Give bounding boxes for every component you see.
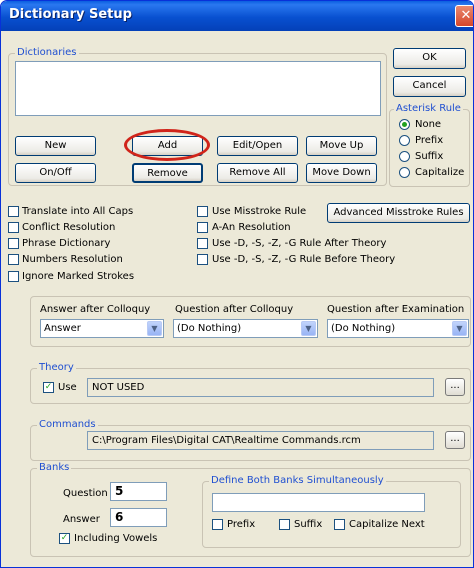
- numbers-resolution-label: Numbers Resolution: [22, 254, 123, 265]
- dszg-after-theory-label: Use -D, -S, -Z, -G Rule After Theory: [212, 238, 387, 249]
- title-bar: Dictionary Setup ✕: [1, 1, 473, 31]
- ok-button[interactable]: OK: [393, 48, 466, 69]
- chevron-down-icon[interactable]: ▼: [147, 321, 162, 336]
- cancel-button[interactable]: Cancel: [393, 76, 466, 97]
- dszg-before-theory-checkbox[interactable]: [197, 254, 208, 265]
- asterisk-prefix-label: Prefix: [415, 135, 444, 146]
- phrase-dictionary-checkbox[interactable]: [8, 238, 19, 249]
- question-after-colloquy-value: (Do Nothing): [177, 323, 242, 334]
- remove-button[interactable]: Remove: [132, 163, 203, 183]
- theory-use-label: Use: [58, 382, 77, 393]
- prefix-checkbox[interactable]: [212, 519, 223, 530]
- dictionaries-group-label: Dictionaries: [15, 47, 79, 59]
- a-an-resolution-label: A-An Resolution: [212, 222, 291, 233]
- answer-bank-input[interactable]: 6: [110, 508, 167, 527]
- question-after-colloquy-select[interactable]: (Do Nothing) ▼: [173, 319, 318, 338]
- conflict-resolution-label: Conflict Resolution: [22, 222, 116, 233]
- question-bank-label: Question: [63, 488, 108, 499]
- asterisk-none-radio[interactable]: [399, 119, 410, 130]
- dictionary-list[interactable]: [15, 61, 381, 116]
- theory-browse-button[interactable]: ...: [445, 378, 465, 396]
- dictionary-setup-window: Dictionary Setup ✕ Dictionaries New Add …: [0, 0, 474, 568]
- asterisk-capitalize-label: Capitalize: [415, 167, 465, 178]
- dszg-before-theory-label: Use -D, -S, -Z, -G Rule Before Theory: [212, 254, 396, 265]
- question-after-examination-value: (Do Nothing): [331, 323, 396, 334]
- theory-field: NOT USED: [87, 378, 434, 397]
- suffix-label: Suffix: [294, 519, 323, 530]
- dszg-after-theory-checkbox[interactable]: [197, 238, 208, 249]
- move-up-button[interactable]: Move Up: [306, 136, 377, 156]
- new-button[interactable]: New: [15, 136, 96, 156]
- remove-all-button[interactable]: Remove All: [217, 163, 298, 183]
- capitalize-next-checkbox[interactable]: [334, 519, 345, 530]
- answer-after-colloquy-value: Answer: [44, 323, 81, 334]
- misstroke-rule-checkbox[interactable]: [197, 206, 208, 217]
- answer-after-colloquy-select[interactable]: Answer ▼: [40, 319, 164, 338]
- answer-bank-label: Answer: [63, 514, 100, 525]
- commands-path-field: C:\Program Files\Digital CAT\Realtime Co…: [87, 431, 434, 450]
- highlight-circle: [124, 129, 210, 161]
- asterisk-rule-label: Asterisk Rule: [394, 103, 463, 115]
- edit-open-button[interactable]: Edit/Open: [217, 136, 298, 156]
- asterisk-capitalize-radio[interactable]: [399, 167, 410, 178]
- on-off-button[interactable]: On/Off: [15, 163, 96, 183]
- move-down-button[interactable]: Move Down: [306, 163, 377, 183]
- question-bank-input[interactable]: 5: [110, 482, 167, 501]
- asterisk-prefix-radio[interactable]: [399, 135, 410, 146]
- theory-group-label: Theory: [37, 362, 76, 374]
- commands-group-label: Commands: [37, 419, 98, 431]
- asterisk-suffix-label: Suffix: [415, 151, 444, 162]
- asterisk-none-label: None: [415, 119, 442, 130]
- including-vowels-checkbox[interactable]: ✓: [59, 533, 70, 544]
- asterisk-suffix-radio[interactable]: [399, 151, 410, 162]
- theory-use-checkbox[interactable]: ✓: [43, 382, 54, 393]
- suffix-checkbox[interactable]: [279, 519, 290, 530]
- question-after-examination-label: Question after Examination: [327, 304, 465, 315]
- window-title: Dictionary Setup: [9, 7, 132, 22]
- ignore-marked-strokes-checkbox[interactable]: [8, 271, 19, 282]
- prefix-label: Prefix: [227, 519, 256, 530]
- ignore-marked-strokes-label: Ignore Marked Strokes: [22, 271, 135, 282]
- answer-after-colloquy-label: Answer after Colloquy: [40, 304, 151, 315]
- define-both-banks-input[interactable]: [212, 493, 425, 512]
- phrase-dictionary-label: Phrase Dictionary: [22, 238, 111, 249]
- define-both-banks-label: Define Both Banks Simultaneously: [209, 475, 386, 487]
- a-an-resolution-checkbox[interactable]: [197, 222, 208, 233]
- misstroke-rule-label: Use Misstroke Rule: [212, 206, 307, 217]
- question-after-examination-select[interactable]: (Do Nothing) ▼: [327, 319, 469, 338]
- question-after-colloquy-label: Question after Colloquy: [175, 304, 294, 315]
- define-both-banks-group: Define Both Banks Simultaneously: [202, 475, 461, 548]
- translate-all-caps-label: Translate into All Caps: [22, 206, 134, 217]
- advanced-misstroke-rules-button[interactable]: Advanced Misstroke Rules: [327, 203, 470, 223]
- translate-all-caps-checkbox[interactable]: [8, 206, 19, 217]
- banks-group-label: Banks: [37, 462, 72, 474]
- including-vowels-label: Including Vowels: [74, 533, 158, 544]
- chevron-down-icon[interactable]: ▼: [452, 321, 467, 336]
- close-button[interactable]: ✕: [455, 5, 473, 27]
- capitalize-next-label: Capitalize Next: [349, 519, 425, 530]
- commands-browse-button[interactable]: ...: [445, 431, 465, 449]
- chevron-down-icon[interactable]: ▼: [301, 321, 316, 336]
- conflict-resolution-checkbox[interactable]: [8, 222, 19, 233]
- numbers-resolution-checkbox[interactable]: [8, 254, 19, 265]
